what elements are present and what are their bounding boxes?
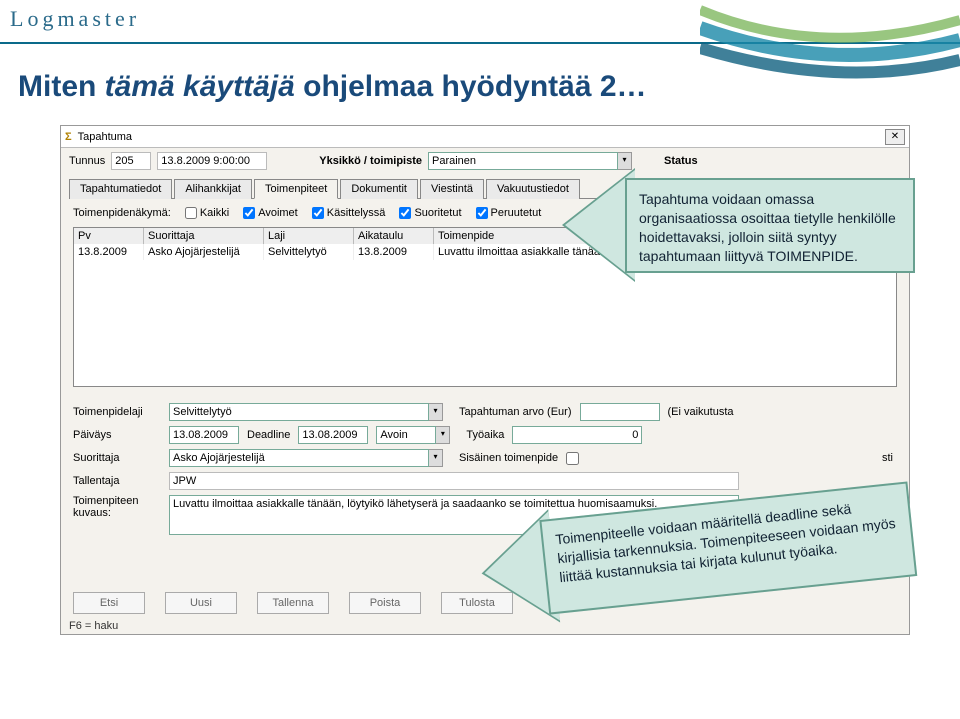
tap-arvo-label: Tapahtuman arvo (Eur) — [459, 406, 572, 418]
tunnus-field[interactable]: 205 — [111, 152, 151, 170]
filter-kasittelyssa-label: Käsittelyssä — [327, 207, 386, 219]
filter-peruutetut-label: Peruutetut — [491, 207, 542, 219]
sisainen-label: Sisäinen toimenpide — [459, 452, 558, 464]
sisainen-checkbox[interactable] — [566, 452, 579, 465]
callout-bottom-text: Toimenpiteelle voidaan määritellä deadli… — [539, 481, 917, 614]
yksikko-label: Yksikkö / toimipiste — [319, 155, 422, 167]
tab-toimenpiteet[interactable]: Toimenpiteet — [254, 179, 338, 199]
cell-suorittaja: Asko Ajojärjestelijä — [144, 244, 264, 260]
brand-logo: Logmaster — [10, 6, 140, 32]
suorittaja-label: Suorittaja — [73, 452, 161, 464]
filter-kaikki-label: Kaikki — [200, 207, 229, 219]
logo-text: Logmaster — [10, 6, 140, 31]
col-suorittaja[interactable]: Suorittaja — [144, 228, 264, 244]
tallenna-button[interactable]: Tallenna — [257, 592, 329, 614]
cell-pv: 13.8.2009 — [74, 244, 144, 260]
paivays-label: Päiväys — [73, 429, 161, 441]
chevron-down-icon: ▾ — [429, 449, 443, 467]
status-bar: F6 = haku — [69, 620, 118, 632]
col-pv[interactable]: Pv — [74, 228, 144, 244]
window-title: Tapahtuma — [78, 131, 132, 143]
toimenpidelaji-dropdown[interactable]: Selvittelytyö▾ — [169, 403, 443, 421]
deadline-label: Deadline — [247, 429, 290, 441]
deadline-field[interactable]: 13.08.2009 — [298, 426, 368, 444]
status-dropdown[interactable]: Avoin▾ — [376, 426, 450, 444]
close-button[interactable]: ✕ — [885, 129, 905, 145]
paivays-field[interactable]: 13.08.2009 — [169, 426, 239, 444]
poista-button[interactable]: Poista — [349, 592, 421, 614]
tunnus-label: Tunnus — [69, 155, 105, 167]
title-italic: tämä käyttäjä — [105, 70, 295, 103]
decorative-swoosh — [700, 0, 960, 90]
titlebar: Σ Tapahtuma ✕ — [61, 126, 909, 148]
logo-underline — [0, 42, 960, 44]
chevron-down-icon: ▾ — [436, 426, 450, 444]
date-field[interactable]: 13.8.2009 9:00:00 — [157, 152, 267, 170]
toimenpidelaji-value: Selvittelytyö — [169, 403, 429, 421]
filter-avoimet-label: Avoimet — [258, 207, 298, 219]
filter-kasittelyssa[interactable]: Käsittelyssä — [312, 207, 386, 219]
tallentaja-label: Tallentaja — [73, 475, 161, 487]
filter-avoimet[interactable]: Avoimet — [243, 207, 298, 219]
tab-dokumentit[interactable]: Dokumentit — [340, 179, 418, 199]
toimenpidelaji-label: Toimenpidelaji — [73, 406, 161, 418]
title-prefix: Miten — [18, 70, 105, 103]
filter-suoritetut[interactable]: Suoritetut — [399, 207, 461, 219]
callout-top: Tapahtuma voidaan omassa organisaatiossa… — [565, 160, 935, 300]
cell-aikataulu: 13.8.2009 — [354, 244, 434, 260]
col-aikataulu[interactable]: Aikataulu — [354, 228, 434, 244]
tab-viestinta[interactable]: Viestintä — [420, 179, 484, 199]
tap-arvo-field[interactable] — [580, 403, 660, 421]
filter-suoritetut-label: Suoritetut — [414, 207, 461, 219]
filter-kaikki[interactable]: Kaikki — [185, 207, 229, 219]
status-value: Avoin — [376, 426, 436, 444]
filter-peruutetut[interactable]: Peruutetut — [476, 207, 542, 219]
slide-title: Miten tämä käyttäjä ohjelmaa hyödyntää 2… — [18, 70, 647, 104]
col-laji[interactable]: Laji — [264, 228, 354, 244]
etsi-button[interactable]: Etsi — [73, 592, 145, 614]
tyoaika-label: Työaika — [466, 429, 504, 441]
ei-vaikuta-label: (Ei vaikutusta — [668, 406, 734, 418]
suorittaja-value: Asko Ajojärjestelijä — [169, 449, 429, 467]
suorittaja-dropdown[interactable]: Asko Ajojärjestelijä▾ — [169, 449, 443, 467]
chevron-down-icon: ▾ — [429, 403, 443, 421]
cell-laji: Selvittelytyö — [264, 244, 354, 260]
tab-alihankkijat[interactable]: Alihankkijat — [174, 179, 252, 199]
uusi-button[interactable]: Uusi — [165, 592, 237, 614]
filter-label: Toimenpidenäkymä: — [73, 207, 171, 219]
tyoaika-field[interactable]: 0 — [512, 426, 642, 444]
button-bar: Etsi Uusi Tallenna Poista Tulosta — [73, 592, 513, 614]
tab-tapahtumatiedot[interactable]: Tapahtumatiedot — [69, 179, 172, 199]
title-suffix: ohjelmaa hyödyntää 2… — [295, 70, 647, 103]
callout-top-text: Tapahtuma voidaan omassa organisaatiossa… — [625, 178, 915, 273]
app-icon: Σ — [65, 131, 72, 143]
kuvaus-label: Toimenpiteen kuvaus: — [73, 495, 161, 519]
